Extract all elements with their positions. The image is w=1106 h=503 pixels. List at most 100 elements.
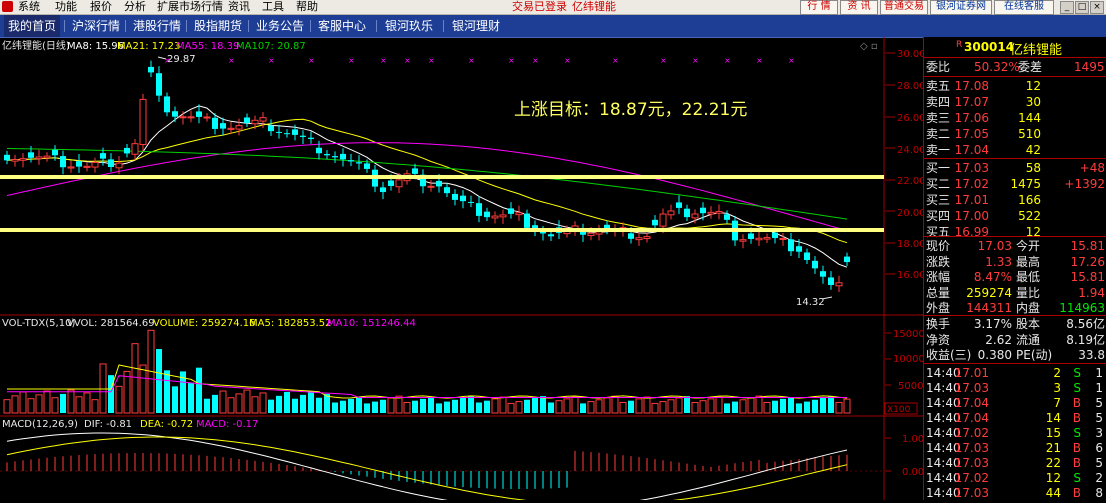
main-grid [885,52,895,275]
volume-bar-up [563,398,571,414]
stat-label: 量比 [1016,285,1041,300]
nav-separator [376,20,377,32]
y-tick-label: 28.00 [897,81,923,92]
volume-bar-down [188,382,194,413]
volume-bar-up [491,398,499,414]
ma21-legend: MA21: 17.23 [117,41,180,52]
volume-bar-up [747,397,755,414]
nav-galaxy-finance[interactable]: 银河理财 [452,15,500,37]
tick-count: 5 [1095,396,1103,410]
volume-bar-up [123,370,131,414]
galaxy-website-button[interactable]: 银河证券网 [930,0,992,15]
minimize-icon[interactable]: _ [1060,1,1074,14]
bid-price: 17.03 [954,161,989,175]
normal-trade-button[interactable]: 普通交易 [880,0,928,15]
chart-stock-name: 亿纬锂能(日线) [2,39,70,52]
volume-bar-up [755,395,763,414]
menu-help[interactable]: 帮助 [296,0,318,14]
nav-separator [64,20,65,32]
ask-price: 17.05 [954,127,989,141]
vol-y-tick: 15000 [893,329,923,340]
ask-row: 卖四 17.07 30 [924,94,1106,110]
menu-function[interactable]: 功能 [55,0,77,14]
event-marker-icon: × [348,56,355,65]
menu-quote[interactable]: 报价 [90,0,112,14]
menu-news[interactable]: 资讯 [228,0,250,14]
close-icon[interactable]: × [1090,1,1104,14]
volume-bar-down [308,391,314,413]
tick-price: 17.04 [954,411,989,425]
tick-side: B [1072,441,1081,455]
ask-volume: 510 [1018,127,1041,141]
macd-y-tick: 1.00 [902,434,923,445]
vol-y-tick: 10000 [893,354,923,365]
ma8-legend: MA8: 15.96 [67,41,124,52]
volume-bar-down [316,397,322,413]
chart-corner-icon[interactable]: ◇ ▫ [860,41,878,52]
nav-hk-market[interactable]: 港股行情 [133,15,181,37]
ma107-line [6,147,848,220]
maximize-icon[interactable]: □ [1075,1,1089,14]
macd-dea-legend: DEA: -0.72 [140,419,193,430]
candle-body-up [235,125,243,130]
volume-bar-down [580,403,586,413]
volume-bar-up [51,397,59,414]
volume-bar-down [724,403,730,413]
menu-tools[interactable]: 工具 [262,0,284,14]
event-markers: × × × × × × × × × × × × × × × × × × [164,56,795,65]
weibi-value: 50.32% [974,60,1020,74]
candle-body-down [788,239,794,252]
nav-galaxy-jiule[interactable]: 银河玖乐 [385,15,433,37]
macd-grid [0,437,891,472]
tick-count: 5 [1095,411,1103,425]
tick-row: 14:40 17.03 44 B 8 [924,485,1106,501]
nav-index-futures[interactable]: 股指期货 [194,15,242,37]
tick-row: 14:40 17.03 21 B 6 [924,440,1106,456]
tick-price: 17.03 [954,441,989,455]
stat-row: 涨幅 8.47% 最低 15.81 [924,269,1106,285]
tick-volume: 2 [1053,366,1061,380]
kline-chart-svg[interactable]: × × × × × × × × × × × × × × × × × × 亿纬锂能(日线) MA8: 15.96 M… [0,37,926,503]
candle-body-down [268,125,274,132]
nav-service-center[interactable]: 客服中心 [318,15,366,37]
tick-side: S [1073,426,1081,440]
candle-body-up [659,213,667,227]
nav-home[interactable]: 我的首页 [4,15,61,37]
volume-bar-down [548,402,554,413]
candle-body-down [772,232,778,239]
volume-bar-up [715,396,723,414]
volume-bar-up [643,396,651,414]
volume-bar-down [444,401,450,413]
kline-chart-area[interactable]: × × × × × × × × × × × × × × × × × × 亿纬锂能(日线) MA8: 15.96 M… [0,37,926,503]
stat-label: 最低 [1016,270,1041,284]
candle-body-down [52,149,58,156]
online-service-button[interactable]: 在线客服 [994,0,1054,15]
vol-indicator-name: VOL-TDX(5,10) [2,318,75,329]
news-button[interactable]: 资 讯 [840,0,878,15]
stat-value: 2.62 [985,332,1012,347]
menu-ext-market[interactable]: 扩展市场行情 [157,0,223,14]
menu-system[interactable]: 系统 [18,0,40,14]
ma21-line [6,118,848,244]
tick-count: 8 [1095,486,1103,500]
stat-value: 0.380 [977,348,1012,362]
volume-bar-up [587,401,595,414]
bid-price: 17.02 [954,177,989,191]
quote-button[interactable]: 行 情 [800,0,838,15]
volume-bar-down [156,349,162,413]
stat-label: 收益(三) [926,348,972,362]
candle-body-down [196,111,202,117]
divider [924,363,1106,364]
tick-side: B [1072,411,1081,425]
nav-hs-market[interactable]: 沪深行情 [72,15,120,37]
ask-level-label: 卖三 [926,111,951,125]
ask-row: 卖二 17.05 510 [924,126,1106,142]
menu-analysis[interactable]: 分析 [124,0,146,14]
candle-body-up [115,162,123,169]
bid-volume: 166 [1018,193,1041,207]
nav-announcements[interactable]: 业务公告 [256,15,304,37]
candle-body-up [643,236,651,240]
candle-body-down [356,162,362,164]
macd-lines [6,432,848,503]
candle-body-down [380,187,386,193]
